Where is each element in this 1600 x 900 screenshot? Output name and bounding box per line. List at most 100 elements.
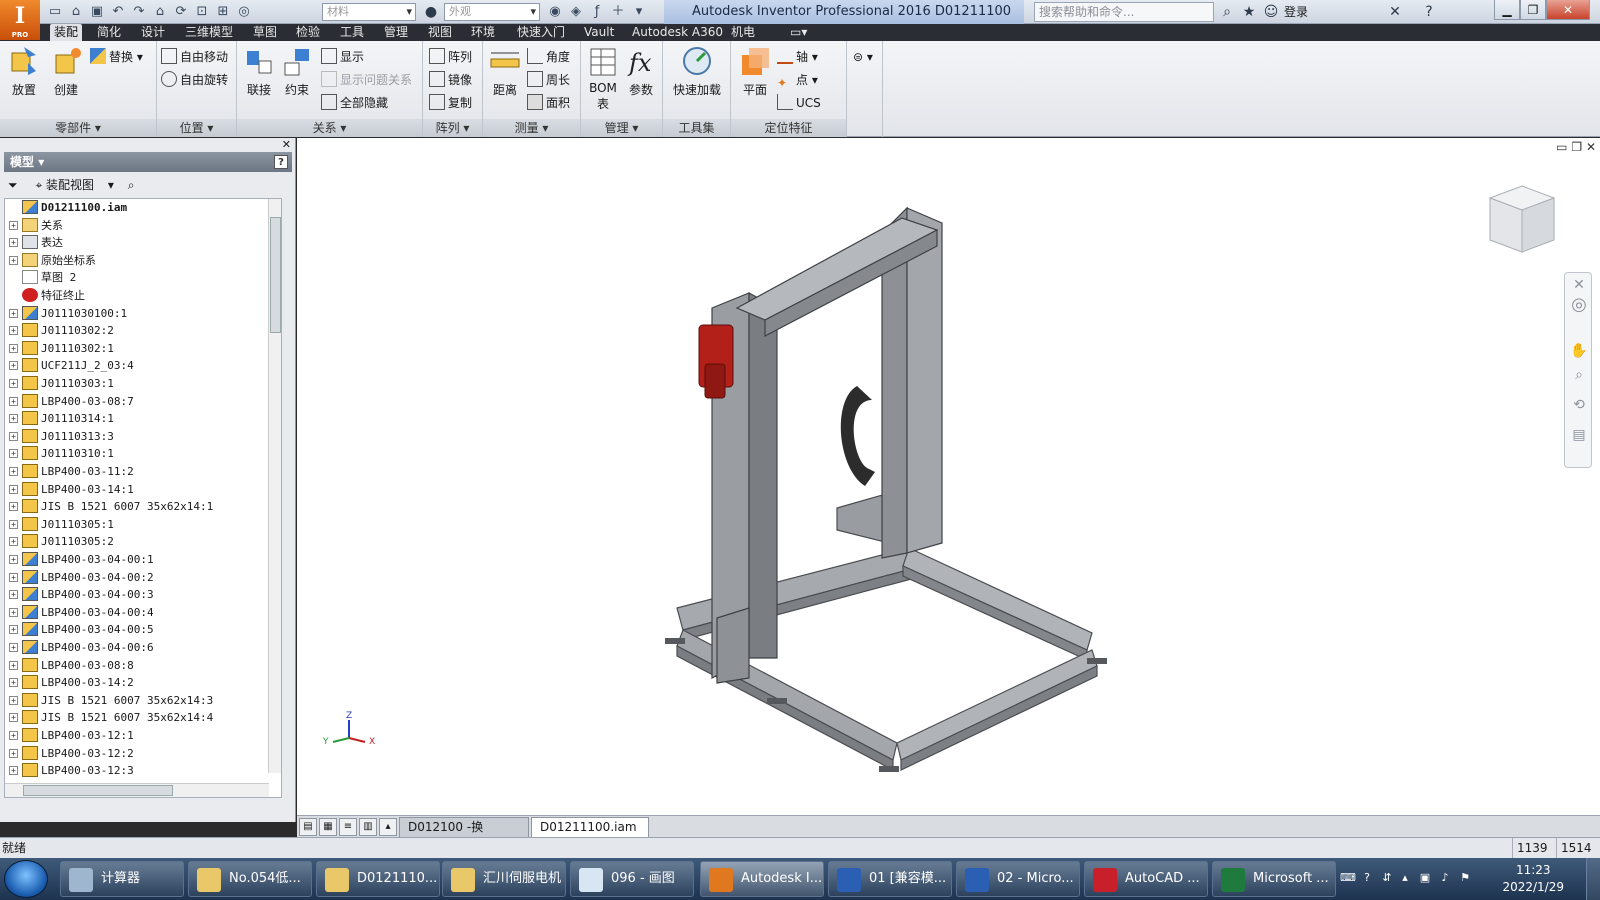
update-icon[interactable]: ⟳ — [172, 3, 190, 21]
tree-node[interactable]: + JIS B 1521 6007 35x62x14:3 — [5, 692, 213, 710]
expand-toggle-icon[interactable]: + — [9, 537, 18, 547]
redo-icon[interactable]: ↷ — [130, 3, 148, 21]
network-icon[interactable]: ▣ — [1418, 871, 1432, 885]
expand-toggle-icon[interactable]: + — [9, 326, 18, 336]
tree-node[interactable]: + LBP400-03-04-00:5 — [5, 621, 154, 639]
taskbar-button[interactable]: AutoCAD ... — [1084, 861, 1208, 897]
expand-toggle-icon[interactable]: + — [9, 238, 18, 248]
free-rotate-button[interactable]: 自由旋转 — [161, 70, 228, 90]
pattern-button[interactable]: 阵列 — [429, 47, 472, 67]
doc-list-icon[interactable]: ▴ — [379, 818, 397, 836]
tree-node[interactable]: + LBP400-03-04-00:1 — [5, 551, 154, 569]
expand-toggle-icon[interactable]: + — [9, 361, 18, 371]
expand-toggle-icon[interactable]: + — [9, 396, 18, 406]
start-button[interactable] — [4, 860, 48, 898]
browser-close-icon[interactable]: ✕ — [282, 138, 291, 151]
help-icon[interactable]: ? — [1420, 3, 1438, 21]
binoculars-icon[interactable]: ⌕ — [1218, 3, 1236, 21]
tab-a360[interactable]: Autodesk A360 — [628, 24, 727, 41]
panel-label-measure[interactable]: 测量 ▾ — [483, 119, 580, 137]
mirror-button[interactable]: 镜像 — [429, 70, 472, 90]
adjust-icon[interactable]: ◈ — [567, 3, 585, 21]
material-dropdown[interactable]: 材料 — [322, 3, 416, 21]
expand-toggle-icon[interactable]: + — [9, 379, 18, 388]
expand-toggle-icon[interactable]: + — [9, 343, 18, 353]
expand-toggle-icon[interactable]: + — [9, 255, 18, 265]
maximize-button[interactable]: ❐ — [1520, 0, 1546, 20]
panel-label-components[interactable]: 零部件 ▾ — [0, 119, 156, 137]
panel-label-relations[interactable]: 关系 ▾ — [237, 119, 422, 137]
tree-node[interactable]: + J01110310:1 — [5, 445, 114, 463]
tree-node[interactable]: + LBP400-03-12:1 — [5, 727, 134, 745]
add-icon[interactable]: ＋ — [609, 3, 627, 21]
expand-toggle-icon[interactable]: + — [9, 484, 18, 494]
tree-node[interactable]: + 关系 — [5, 217, 63, 235]
expand-toggle-icon[interactable]: + — [9, 731, 18, 740]
tree-node[interactable]: + LBP400-03-12:3 — [5, 762, 134, 780]
tree-node[interactable]: + J01110305:1 — [5, 516, 114, 534]
application-menu-button[interactable]: I PRO — [0, 0, 40, 40]
browser-view-mode[interactable]: 装配视图 — [46, 178, 94, 192]
tile-grid-icon[interactable]: ▦ — [319, 818, 337, 836]
orbit-icon[interactable]: ⟲ — [1569, 395, 1589, 415]
filter-icon[interactable]: ⏷ — [8, 178, 18, 192]
expand-toggle-icon[interactable]: + — [9, 519, 18, 529]
close-button[interactable]: ✕ — [1546, 0, 1590, 20]
replace-button[interactable]: 替换 ▾ — [90, 47, 143, 67]
view-mode-dropdown-icon[interactable]: ▾ — [108, 178, 114, 192]
tab-get-started[interactable]: 快速入门 — [513, 24, 569, 41]
taskbar-button[interactable]: 01 [兼容模... — [828, 861, 952, 897]
minimize-button[interactable]: ▁ — [1494, 0, 1520, 20]
tree-root-node[interactable]: D01211100.iam — [5, 199, 127, 217]
qat-customize-icon[interactable]: ▾ — [630, 3, 648, 21]
tree-node[interactable]: + LBP400-03-14:1 — [5, 481, 134, 499]
panel-label-manage[interactable]: 管理 ▾ — [581, 119, 662, 137]
taskbar-button[interactable]: Autodesk I... — [700, 861, 824, 897]
tree-node[interactable]: + JIS B 1521 6007 35x62x14:4 — [5, 709, 213, 727]
expand-toggle-icon[interactable]: + — [9, 572, 18, 582]
distance-button[interactable]: 距离 — [485, 45, 525, 98]
tree-vertical-thumb[interactable] — [270, 217, 281, 333]
joint-button[interactable]: 联接 — [239, 45, 279, 98]
tree-node[interactable]: + J01110305:2 — [5, 533, 114, 551]
keyboard-icon[interactable]: ⌨ — [1340, 871, 1356, 885]
tree-node[interactable]: 特征终止 — [5, 287, 85, 305]
quick-load-button[interactable]: 快速加载 — [669, 45, 725, 98]
tree-node[interactable]: + LBP400-03-12:2 — [5, 745, 134, 763]
area-button[interactable]: 面积 — [527, 93, 570, 113]
tile-stacked-icon[interactable]: ≡ — [339, 818, 357, 836]
input-method-icon[interactable]: ⇵ — [1380, 871, 1394, 885]
tree-node[interactable]: + LBP400-03-08:7 — [5, 393, 134, 411]
tree-node[interactable]: 草图 2 — [5, 269, 76, 287]
save-icon[interactable]: ▣ — [88, 3, 106, 21]
tree-node[interactable]: + J01110303:1 — [5, 375, 114, 393]
expand-toggle-icon[interactable]: + — [9, 220, 18, 230]
hide-all-button[interactable]: 全部隐藏 — [321, 93, 388, 113]
expand-toggle-icon[interactable]: + — [9, 431, 18, 441]
tree-horizontal-scrollbar[interactable] — [5, 783, 269, 797]
tree-node[interactable]: + LBP400-03-04-00:2 — [5, 569, 154, 587]
browser-header[interactable]: 模型 ▾ ? — [4, 152, 292, 172]
measure-qat-icon[interactable]: ⊞ — [214, 3, 232, 21]
tray-expand-icon[interactable]: ▴ — [1398, 871, 1412, 885]
taskbar-button[interactable]: Microsoft ... — [1212, 861, 1336, 897]
tree-vertical-scrollbar[interactable] — [268, 199, 281, 773]
expand-toggle-icon[interactable]: + — [9, 467, 18, 476]
tab-vault[interactable]: Vault — [580, 24, 618, 41]
color-wheel-icon[interactable]: ◎ — [235, 3, 253, 21]
tab-tools[interactable]: 工具 — [336, 24, 368, 41]
point-button[interactable]: ✦ 点 ▾ — [777, 70, 818, 90]
clock[interactable]: 11:23 2022/1/29 — [1502, 862, 1564, 896]
taskbar-button[interactable]: 02 - Micro... — [956, 861, 1080, 897]
tree-node[interactable]: + LBP400-03-08:8 — [5, 657, 134, 675]
tab-inspect[interactable]: 检验 — [292, 24, 324, 41]
tree-node[interactable]: + LBP400-03-04-00:3 — [5, 586, 154, 604]
show-button[interactable]: 显示 — [321, 47, 364, 67]
ribbon-display-toggle[interactable]: ▭▾ — [786, 24, 811, 41]
tab-manage[interactable]: 管理 — [380, 24, 412, 41]
taskbar-button[interactable]: 096 - 画图 — [570, 861, 694, 897]
panel-label-position[interactable]: 位置 ▾ — [157, 119, 236, 137]
taskbar-button[interactable]: 计算器 — [60, 861, 184, 897]
expand-toggle-icon[interactable]: + — [9, 502, 18, 512]
taskbar-button[interactable]: D0121110... — [316, 861, 440, 897]
